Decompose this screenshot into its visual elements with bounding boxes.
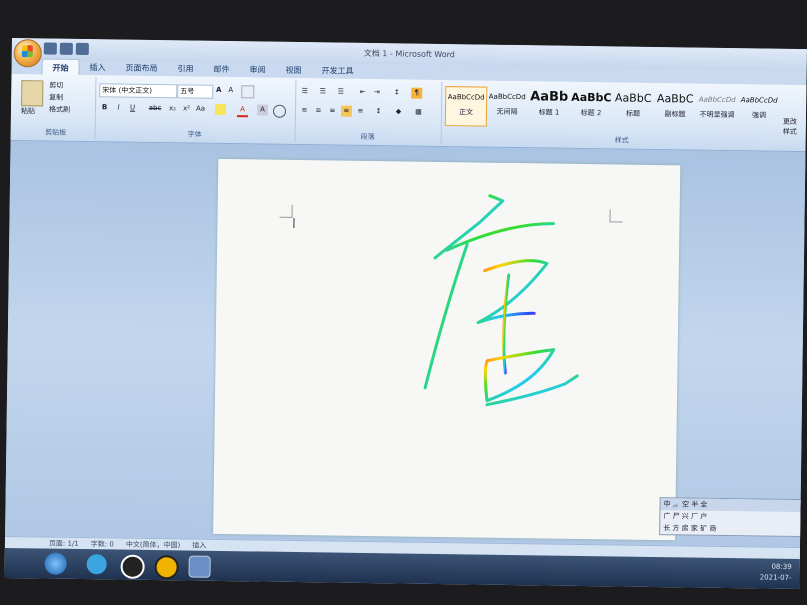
numbering-icon[interactable]: ☰ <box>317 86 328 97</box>
shrink-font-button[interactable]: A <box>225 85 236 96</box>
style-name: 正文 <box>458 108 474 117</box>
style-preview: AaBbCcDd <box>488 92 526 102</box>
bold-button[interactable]: B <box>99 102 110 113</box>
style-name: 副标题 <box>664 110 686 119</box>
document-area <box>5 140 806 548</box>
insert-mode[interactable]: 插入 <box>192 541 206 551</box>
clipboard-group-label: 剪贴板 <box>45 128 67 137</box>
styles-group-label: 样式 <box>614 136 629 145</box>
stroke-mouth <box>483 348 556 403</box>
style-name: 标题 <box>625 109 641 118</box>
line-spacing-icon[interactable]: ↕ <box>373 106 384 117</box>
align-right-icon[interactable]: ≡ <box>327 105 338 116</box>
font-name-combo[interactable]: 宋体 (中文正文) <box>99 83 178 99</box>
word-count[interactable]: 字数: 0 <box>91 539 114 549</box>
highlight-icon[interactable] <box>214 103 227 115</box>
sort-icon[interactable]: ↕ <box>391 87 402 98</box>
align-center-icon[interactable]: ≡ <box>313 105 324 116</box>
font-size-combo[interactable]: 五号 <box>177 84 214 99</box>
style-name: 标题 2 <box>580 108 602 118</box>
font-group-label: 字体 <box>187 130 202 139</box>
stroke-dot <box>433 194 505 260</box>
cloud-app-icon[interactable] <box>86 554 107 575</box>
shading-icon[interactable]: ◆ <box>393 106 404 117</box>
subscript-button[interactable]: x₂ <box>167 103 178 114</box>
font-group: 宋体 (中文正文) 五号 A A B I U abc x₂ x² Aa A A … <box>94 77 297 142</box>
styles-group: AaBbCcDd 正文 AaBbCcDd 无间隔 AaBb 标题 1 AaBbC 标题 … <box>441 82 804 149</box>
italic-button[interactable]: I <box>113 102 124 113</box>
office-logo-icon <box>21 45 33 58</box>
game-app-icon[interactable] <box>154 555 179 580</box>
clipboard-group: 粘贴 剪切 复制 格式刷 剪贴板 <box>16 76 97 140</box>
distribute-icon[interactable]: ≡ <box>355 106 366 117</box>
word-app-icon[interactable] <box>188 555 211 578</box>
office-button[interactable] <box>13 39 42 68</box>
style-heading-1[interactable]: AaBb 标题 1 <box>529 87 570 126</box>
copy-button[interactable]: 复制 <box>49 93 63 103</box>
style-preview: AaBbC <box>571 90 612 105</box>
document-page[interactable] <box>213 158 681 541</box>
style-preview: AaBb <box>530 89 569 105</box>
style-no-spacing[interactable]: AaBbCcDd 无间隔 <box>487 87 528 126</box>
borders-icon[interactable]: ▦ <box>413 107 424 118</box>
stroke-tail <box>485 374 579 407</box>
style-preview: AaBbCcDd <box>740 96 778 105</box>
style-heading-2[interactable]: AaBbC 标题 2 <box>571 88 612 127</box>
style-preview: AaBbC <box>656 92 694 106</box>
paste-icon[interactable] <box>21 80 44 107</box>
ime-candidates-2[interactable]: 长 方 房 家 矿 商 <box>660 522 807 536</box>
font-color-button[interactable]: A <box>236 104 249 118</box>
change-case-button[interactable]: Aa <box>195 104 206 115</box>
paragraph-group: ☰ ☰ ☰ ⇤ ⇥ ↕ ¶ ≡ ≡ ≡ ≡ ≡ ↕ ◆ ▦ 段落 <box>294 79 443 145</box>
style-name: 强调 <box>751 111 767 120</box>
style-preview: AaBbC <box>614 91 652 105</box>
increase-indent-icon[interactable]: ⇥ <box>371 87 382 98</box>
strikethrough-button[interactable]: abc <box>147 103 163 114</box>
underline-button[interactable]: U <box>127 103 138 114</box>
show-marks-icon[interactable]: ¶ <box>411 87 423 99</box>
paste-button[interactable]: 粘贴 <box>21 106 35 116</box>
style-title[interactable]: AaBbC 标题 <box>613 88 654 127</box>
style-emphasis[interactable]: AaBbCcDd 强调 <box>739 90 780 129</box>
bullets-icon[interactable]: ☰ <box>299 86 310 97</box>
style-subtle-emphasis[interactable]: AaBbCcDd 不明显强调 <box>697 90 738 129</box>
style-name: 无间隔 <box>496 107 518 117</box>
handwriting-drawing <box>423 194 579 407</box>
ribbon: 粘贴 剪切 复制 格式刷 剪贴板 宋体 (中文正文) 五号 A A B I U … <box>10 73 807 153</box>
style-preview: AaBbCcDd <box>447 93 485 102</box>
clock-time[interactable]: 08:39 <box>760 561 792 572</box>
style-name: 标题 1 <box>538 108 560 117</box>
stroke-box <box>476 259 549 325</box>
style-name: 不明显强调 <box>699 110 735 120</box>
clear-format-icon[interactable] <box>241 85 255 99</box>
decrease-indent-icon[interactable]: ⇤ <box>357 87 368 98</box>
multilevel-list-icon[interactable]: ☰ <box>335 87 346 98</box>
grow-font-button[interactable]: A <box>213 85 224 96</box>
system-tray: 08:39 2021-07- <box>760 561 792 583</box>
paragraph-group-label: 段落 <box>360 132 375 142</box>
change-styles-button[interactable]: 更改样式 <box>783 117 803 137</box>
char-border-button[interactable]: A <box>256 104 269 116</box>
ime-candidate-window[interactable]: 中 ,。空 半 全 广 尸 兴 厂 户 长 方 房 家 矿 商 <box>659 497 807 538</box>
start-button[interactable] <box>44 552 67 575</box>
monitor-screen: 文档 1 - Microsoft Word 开始 插入 页面布局 引用 邮件 审… <box>4 38 807 590</box>
stroke-left <box>423 242 469 390</box>
qq-icon[interactable] <box>120 554 145 579</box>
clock-date[interactable]: 2021-07- <box>760 572 792 583</box>
justify-icon[interactable]: ≡ <box>340 105 353 117</box>
page-count[interactable]: 页面: 1/1 <box>49 539 79 549</box>
cut-button[interactable]: 剪切 <box>49 81 63 91</box>
enclose-char-icon[interactable] <box>272 104 287 118</box>
format-painter-button[interactable]: 格式刷 <box>49 105 70 115</box>
style-preview: AaBbCcDd <box>698 95 736 105</box>
superscript-button[interactable]: x² <box>181 103 192 114</box>
style-subtitle[interactable]: AaBbC 副标题 <box>655 89 696 128</box>
align-left-icon[interactable]: ≡ <box>299 105 310 116</box>
style-normal[interactable]: AaBbCcDd 正文 <box>444 86 488 127</box>
